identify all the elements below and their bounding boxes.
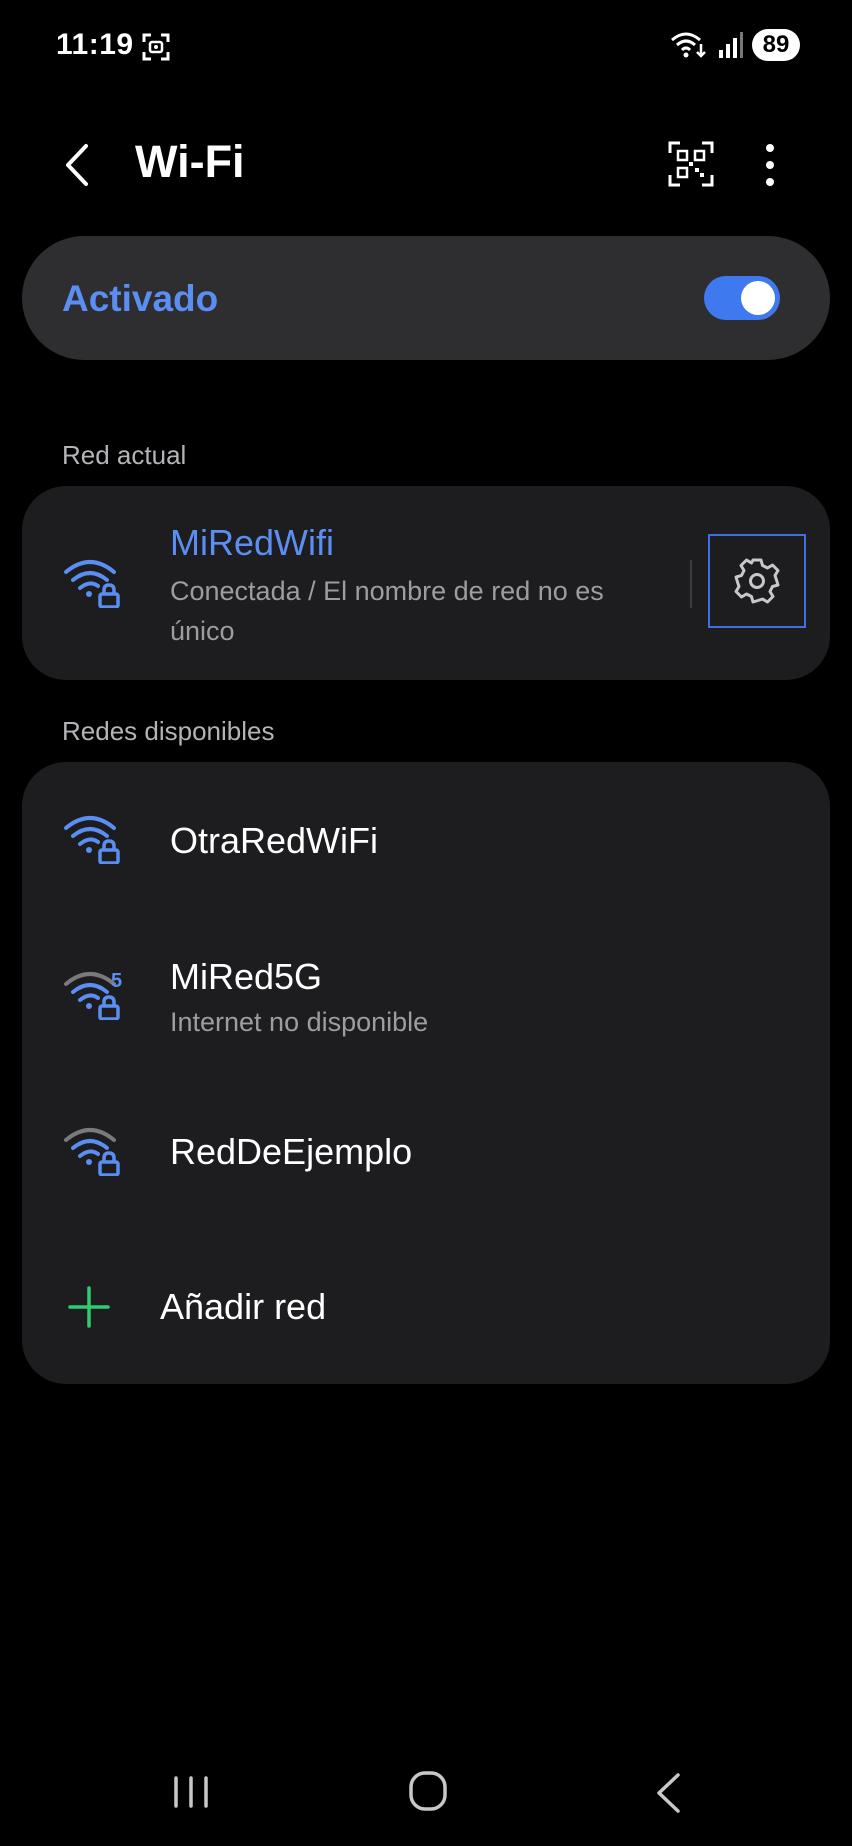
- wifi-toggle-switch[interactable]: [704, 276, 780, 320]
- band-badge: 5: [111, 970, 123, 992]
- current-network-status-line1: Conectada / El nombre de red no es: [170, 576, 604, 606]
- wifi-secure-icon: [64, 1128, 120, 1176]
- wifi-secure-icon: [64, 560, 120, 608]
- home-icon[interactable]: [408, 1770, 448, 1812]
- network-name: MiRed5G: [170, 956, 323, 997]
- available-networks-section-label: Redes disponibles: [62, 716, 275, 746]
- plus-icon: [68, 1286, 110, 1328]
- wifi-secure-icon: [64, 816, 120, 864]
- battery-icon: 89: [752, 29, 800, 61]
- gear-icon: [734, 558, 780, 604]
- qr-code-scan-icon[interactable]: [668, 141, 714, 187]
- back-button[interactable]: [58, 140, 98, 190]
- status-time: 11:19: [56, 28, 134, 61]
- network-list-item-otraredwifi[interactable]: [22, 778, 830, 904]
- back-icon[interactable]: [654, 1772, 682, 1814]
- current-network-status-line2: único: [170, 616, 235, 646]
- divider: [690, 560, 692, 608]
- network-name: OtraRedWiFi: [170, 820, 379, 861]
- more-vertical-icon[interactable]: [756, 140, 784, 190]
- wifi-calling-icon: [671, 32, 706, 58]
- add-network-label: Añadir red: [160, 1286, 327, 1327]
- network-list-item-reddeejemplo[interactable]: [22, 1090, 830, 1216]
- switch-knob: [741, 281, 775, 315]
- page-title: Wi-Fi: [135, 136, 245, 187]
- status-icons: 89: [670, 29, 800, 61]
- recent-apps-icon[interactable]: [172, 1774, 210, 1810]
- network-status: Internet no disponible: [170, 1007, 429, 1037]
- current-network-status: Conectada / El nombre de red no es único: [170, 571, 604, 651]
- current-network-section-label: Red actual: [62, 440, 187, 470]
- current-network-name: MiRedWifi: [170, 522, 335, 563]
- signal-icon: [719, 32, 743, 58]
- network-name: RedDeEjemplo: [170, 1131, 413, 1172]
- network-settings-button[interactable]: [708, 534, 806, 628]
- add-network-button[interactable]: [22, 1246, 830, 1366]
- wifi-toggle-label: Activado: [62, 278, 219, 319]
- screenshot-icon: [142, 33, 170, 61]
